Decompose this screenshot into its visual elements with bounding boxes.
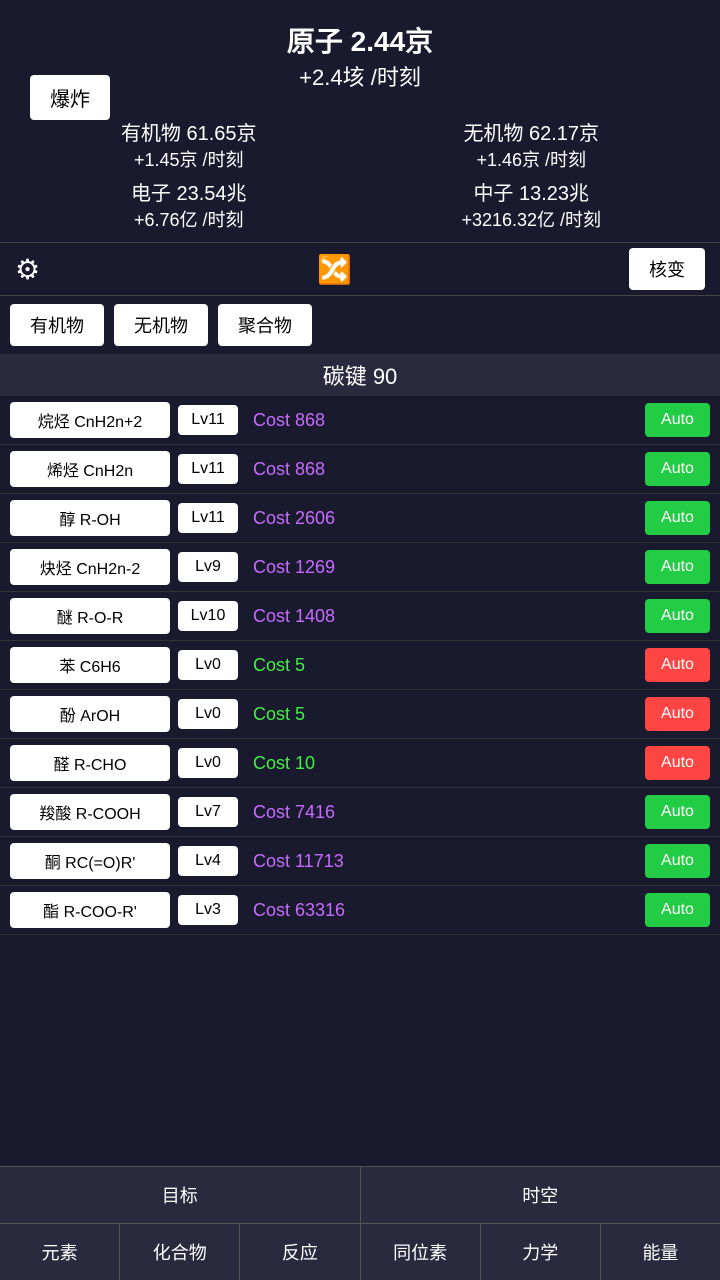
auto-button[interactable]: Auto (645, 893, 710, 927)
item-cost: Cost 868 (253, 410, 645, 431)
auto-button[interactable]: Auto (645, 697, 710, 731)
item-level: Lv0 (178, 748, 238, 778)
item-name[interactable]: 酯 R-COO-R' (10, 892, 170, 928)
auto-button[interactable]: Auto (645, 501, 710, 535)
auto-button[interactable]: Auto (645, 648, 710, 682)
auto-button[interactable]: Auto (645, 599, 710, 633)
item-cost: Cost 1408 (253, 606, 645, 627)
item-name[interactable]: 炔烃 CnH2n-2 (10, 549, 170, 585)
neutron-stat: 中子 13.23兆 +3216.32亿 /时刻 (363, 177, 701, 232)
item-level: Lv10 (178, 601, 238, 631)
nav-mechanics[interactable]: 力学 (481, 1224, 601, 1280)
nav-element[interactable]: 元素 (0, 1224, 120, 1280)
auto-button[interactable]: Auto (645, 795, 710, 829)
auto-button[interactable]: Auto (645, 844, 710, 878)
item-level: Lv0 (178, 650, 238, 680)
item-level: Lv11 (178, 503, 238, 533)
item-level: Lv9 (178, 552, 238, 582)
list-item: 烷烃 CnH2n+2 Lv11 Cost 868Auto (0, 396, 720, 445)
item-name[interactable]: 苯 C6H6 (10, 647, 170, 683)
tab-polymer[interactable]: 聚合物 (218, 304, 312, 346)
list-item: 酚 ArOH Lv0 Cost 5Auto (0, 690, 720, 739)
item-name[interactable]: 烯烃 CnH2n (10, 451, 170, 487)
item-name[interactable]: 酚 ArOH (10, 696, 170, 732)
shuffle-icon[interactable]: 🔀 (317, 253, 352, 286)
item-name[interactable]: 羧酸 R-COOH (10, 794, 170, 830)
item-cost: Cost 2606 (253, 508, 645, 529)
nav-isotope[interactable]: 同位素 (361, 1224, 481, 1280)
auto-button[interactable]: Auto (645, 452, 710, 486)
atom-rate: +2.4垓 /时刻 (20, 60, 700, 92)
item-cost: Cost 5 (253, 704, 645, 725)
bottom-row2: 元素 化合物 反应 同位素 力学 能量 (0, 1223, 720, 1280)
tab-bar: 有机物 无机物 聚合物 (0, 296, 720, 354)
item-level: Lv11 (178, 405, 238, 435)
nuclear-button[interactable]: 核变 (629, 248, 705, 290)
item-cost: Cost 1269 (253, 557, 645, 578)
stats-grid: 有机物 61.65京 +1.45京 /时刻 无机物 62.17京 +1.46京 … (0, 107, 720, 242)
atom-count: 原子 2.44京 (20, 20, 700, 60)
tab-organic[interactable]: 有机物 (10, 304, 104, 346)
items-list: 烷烃 CnH2n+2Lv11Cost 868Auto烯烃 CnH2nLv11Co… (0, 396, 720, 1096)
item-level: Lv7 (178, 797, 238, 827)
list-item: 醛 R-CHO Lv0 Cost 10Auto (0, 739, 720, 788)
bottom-nav: 目标 时空 元素 化合物 反应 同位素 力学 能量 (0, 1166, 720, 1280)
list-item: 炔烃 CnH2n-2 Lv9 Cost 1269Auto (0, 543, 720, 592)
item-cost: Cost 868 (253, 459, 645, 480)
nav-reaction[interactable]: 反应 (240, 1224, 360, 1280)
item-name[interactable]: 烷烃 CnH2n+2 (10, 402, 170, 438)
auto-button[interactable]: Auto (645, 403, 710, 437)
item-level: Lv0 (178, 699, 238, 729)
organic-stat: 有机物 61.65京 +1.45京 /时刻 (20, 117, 358, 172)
inorganic-stat: 无机物 62.17京 +1.46京 /时刻 (363, 117, 701, 172)
inorganic-rate: +1.46京 /时刻 (363, 146, 701, 172)
list-item: 烯烃 CnH2n Lv11 Cost 868Auto (0, 445, 720, 494)
nav-energy[interactable]: 能量 (601, 1224, 720, 1280)
carbon-header: 碳键 90 (0, 354, 720, 396)
bottom-row1: 目标 时空 (0, 1166, 720, 1223)
item-name[interactable]: 醚 R-O-R (10, 598, 170, 634)
electron-rate: +6.76亿 /时刻 (20, 206, 358, 232)
item-name[interactable]: 醇 R-OH (10, 500, 170, 536)
list-item: 酯 R-COO-R' Lv3 Cost 63316Auto (0, 886, 720, 935)
organic-label: 有机物 61.65京 (20, 117, 358, 146)
auto-button[interactable]: Auto (645, 550, 710, 584)
nav-target[interactable]: 目标 (0, 1167, 361, 1223)
auto-button[interactable]: Auto (645, 746, 710, 780)
tab-inorganic[interactable]: 无机物 (114, 304, 208, 346)
list-item: 醚 R-O-R Lv10 Cost 1408Auto (0, 592, 720, 641)
list-item: 醇 R-OH Lv11 Cost 2606Auto (0, 494, 720, 543)
gear-icon[interactable]: ⚙ (15, 253, 40, 286)
item-level: Lv11 (178, 454, 238, 484)
neutron-label: 中子 13.23兆 (363, 177, 701, 206)
item-cost: Cost 10 (253, 753, 645, 774)
item-name[interactable]: 醛 R-CHO (10, 745, 170, 781)
item-level: Lv4 (178, 846, 238, 876)
item-level: Lv3 (178, 895, 238, 925)
item-cost: Cost 7416 (253, 802, 645, 823)
list-item: 酮 RC(=O)R' Lv4 Cost 11713Auto (0, 837, 720, 886)
list-item: 羧酸 R-COOH Lv7 Cost 7416Auto (0, 788, 720, 837)
organic-rate: +1.45京 /时刻 (20, 146, 358, 172)
nav-spacetime[interactable]: 时空 (361, 1167, 720, 1223)
controls-bar: ⚙ 🔀 核变 (0, 242, 720, 296)
item-name[interactable]: 酮 RC(=O)R' (10, 843, 170, 879)
neutron-rate: +3216.32亿 /时刻 (363, 206, 701, 232)
top-section: 原子 2.44京 +2.4垓 /时刻 爆炸 (0, 0, 720, 107)
item-cost: Cost 63316 (253, 900, 645, 921)
electron-label: 电子 23.54兆 (20, 177, 358, 206)
item-cost: Cost 11713 (253, 851, 645, 872)
explode-button[interactable]: 爆炸 (30, 75, 110, 120)
list-item: 苯 C6H6 Lv0 Cost 5Auto (0, 641, 720, 690)
electron-stat: 电子 23.54兆 +6.76亿 /时刻 (20, 177, 358, 232)
inorganic-label: 无机物 62.17京 (363, 117, 701, 146)
item-cost: Cost 5 (253, 655, 645, 676)
nav-compound[interactable]: 化合物 (120, 1224, 240, 1280)
